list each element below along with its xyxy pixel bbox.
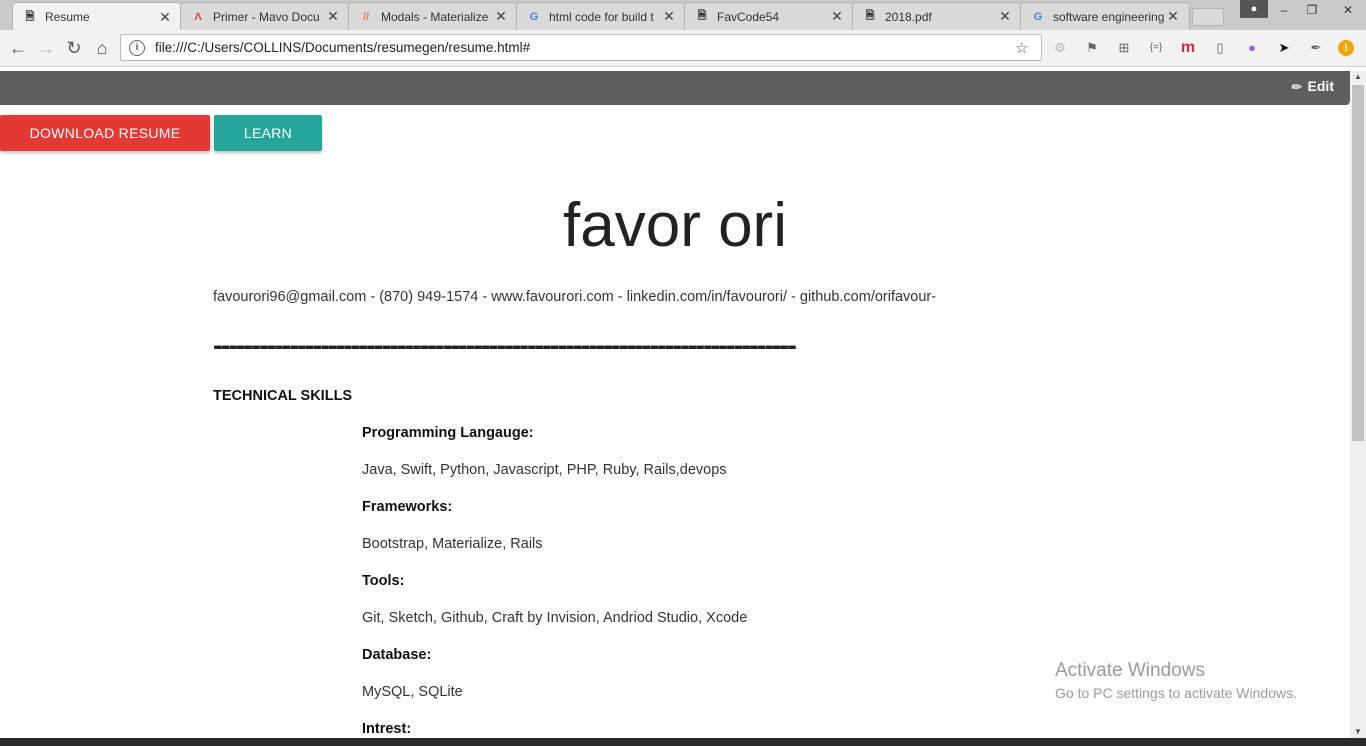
restore-icon[interactable]: ❐ [1298,0,1326,20]
alert-icon[interactable]: ! [1338,40,1354,56]
tab-title: FavCode54 [717,9,780,24]
star-icon[interactable]: ☆ [1015,39,1035,57]
address-bar[interactable]: i file:///C:/Users/COLLINS/Documents/res… [120,34,1042,61]
scrollbar-thumb[interactable] [1352,85,1364,441]
windows-taskbar [0,738,1366,746]
bookmark-icon[interactable]: ⚑ [1082,38,1102,58]
tab-title: software engineering [1053,9,1165,24]
url-text: file:///C:/Users/COLLINS/Documents/resum… [155,40,531,55]
windows-activation-watermark: Activate Windows Go to PC settings to ac… [1055,660,1297,701]
skill-value-database: MySQL, SQLite [362,684,463,700]
skill-value-frameworks: Bootstrap, Materialize, Rails [362,536,543,552]
new-tab-button[interactable] [1192,8,1224,26]
runner-icon[interactable]: ➤ [1274,38,1294,58]
close-icon[interactable]: ✕ [1165,8,1181,25]
close-icon[interactable]: ✕ [157,9,173,26]
watermark-title: Activate Windows [1055,660,1205,681]
divider: ----------------------------------------… [213,330,797,362]
skill-label-frameworks: Frameworks: [362,499,453,515]
watermark-subtitle: Go to PC settings to activate Windows. [1055,685,1297,701]
close-icon[interactable]: ✕ [829,8,845,25]
tab-title: Modals - Materialize [381,9,489,24]
vertical-scrollbar[interactable]: ▲ ▼ [1350,71,1366,738]
page-icon: 🗎 [865,10,875,22]
google-icon: G [529,10,539,23]
skill-label-programming: Programming Langauge: [362,425,534,441]
edit-button[interactable]: ✎ Edit [1289,78,1334,96]
skill-value-tools: Git, Sketch, Github, Craft by Invision, … [362,610,748,626]
learn-button[interactable]: LEARN [214,115,322,151]
skill-label-database: Database: [362,647,432,663]
skill-value-programming: Java, Swift, Python, Javascript, PHP, Ru… [362,462,727,478]
close-icon[interactable]: ✕ [997,8,1013,25]
browser-toolbar: ← → ↻ ⌂ i file:///C:/Users/COLLINS/Docum… [0,30,1366,67]
tab-software-engineering[interactable]: G software engineering ✕ [1020,2,1190,30]
tab-strip: 🗎 Resume ✕ Λ Primer - Mavo Docu ✕ // Mod… [0,0,1366,31]
materialize-icon: // [362,10,370,23]
close-icon[interactable]: ✕ [493,8,509,25]
section-title: TECHNICAL SKILLS [213,388,353,404]
pencil-icon: ✎ [1289,78,1307,96]
add-box-icon[interactable]: ⊞ [1114,38,1134,58]
tab-modals[interactable]: // Modals - Materialize ✕ [348,2,518,30]
tab-primer[interactable]: Λ Primer - Mavo Docu ✕ [180,2,350,30]
tab-html-code[interactable]: G html code for build t ✕ [516,2,686,30]
skill-label-interest: Intrest: [362,721,412,737]
brackets-icon[interactable]: ▯ [1210,38,1230,58]
scroll-down-icon[interactable]: ▼ [1350,726,1366,738]
resume-name: favor ori [563,191,787,260]
app-header-bar: ✎ Edit [0,71,1350,105]
edit-label: Edit [1307,78,1334,94]
window-close-icon[interactable]: ✕ [1330,0,1366,20]
download-resume-button[interactable]: DOWNLOAD RESUME [0,115,210,151]
scroll-up-icon[interactable]: ▲ [1350,71,1366,83]
extension-puzzle-icon[interactable]: ⚙ [1050,38,1070,58]
eyedropper-icon[interactable]: ✒ [1306,38,1326,58]
home-icon[interactable]: ⌂ [90,36,114,60]
minimize-icon[interactable]: – [1270,0,1298,20]
reload-icon[interactable]: ↻ [62,36,86,60]
contact-line: favourori96@gmail.com - (870) 949-1574 -… [213,289,937,305]
color-extension-icon[interactable]: ● [1242,38,1262,58]
tab-favcode[interactable]: 🗎 FavCode54 ✕ [684,2,854,30]
google-icon: G [1033,10,1043,23]
json-viewer-icon[interactable]: {=} [1146,38,1166,58]
tab-pdf[interactable]: 🗎 2018.pdf ✕ [852,2,1022,30]
mendeley-icon[interactable]: m [1178,38,1198,58]
page-icon: 🗎 [697,10,707,22]
back-icon[interactable]: ← [6,36,30,60]
close-icon[interactable]: ✕ [661,8,677,25]
info-icon[interactable]: i [129,39,145,56]
tab-title: Primer - Mavo Docu [213,9,320,24]
tab-title: Resume [45,10,90,24]
tab-resume[interactable]: 🗎 Resume ✕ [12,2,182,31]
skill-label-tools: Tools: [362,573,405,589]
tab-title: 2018.pdf [885,9,932,24]
page-icon: 🗎 [25,10,35,23]
forward-icon[interactable]: → [34,36,58,60]
user-icon[interactable]: ● [1240,0,1268,18]
mavo-icon: Λ [194,10,202,23]
tab-title: html code for build t [549,9,654,24]
close-icon[interactable]: ✕ [325,8,341,25]
